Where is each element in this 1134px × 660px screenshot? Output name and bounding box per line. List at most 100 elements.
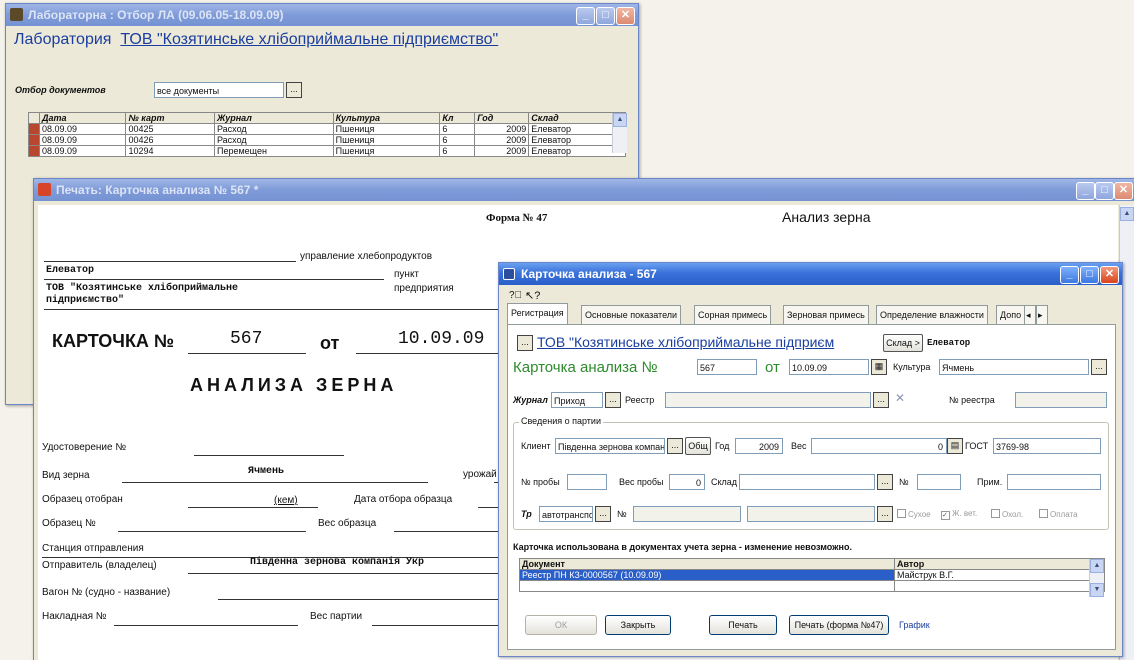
filter-field[interactable]: все документы — [154, 82, 284, 98]
tab-grain-impurity[interactable]: Зерновая примесь — [783, 305, 869, 324]
print-titlebar[interactable]: Печать: Карточка анализа № 567 * _ □ ✕ — [34, 179, 1134, 201]
graph-link[interactable]: График — [899, 620, 930, 630]
date-field[interactable]: 10.09.09 — [789, 359, 869, 375]
scroll-up-icon[interactable]: ▲ — [1120, 207, 1134, 221]
god-field[interactable]: 2009 — [735, 438, 783, 454]
checkbox-box-checked[interactable]: ✓ — [941, 511, 950, 520]
checkbox-box[interactable] — [897, 509, 906, 518]
sklad2-select-button[interactable]: ... — [877, 474, 893, 490]
maximize-button[interactable]: □ — [1080, 266, 1099, 284]
nomer-field[interactable] — [917, 474, 961, 490]
minimize-button[interactable]: _ — [1076, 182, 1095, 200]
klient-field[interactable]: Південна зернова компан — [555, 438, 665, 454]
scroll-down-icon[interactable]: ▼ — [1090, 583, 1104, 597]
nakladnaya-line — [114, 625, 298, 626]
doc-cell[interactable]: Реестр ПН КЗ-0000567 (10.09.09) — [519, 569, 895, 581]
filter-select-button[interactable]: ... — [286, 82, 302, 98]
col-document[interactable]: Документ — [519, 558, 895, 570]
cell: Пшениця — [332, 123, 441, 135]
tr-field[interactable]: автотранспо — [539, 506, 593, 522]
checkbox-dry[interactable]: Сухое — [897, 509, 931, 519]
col-date[interactable]: Дата — [38, 112, 127, 124]
scroll-up-icon[interactable]: ▲ — [613, 113, 627, 127]
tab-scroll-left-icon[interactable]: ◂ — [1024, 305, 1036, 324]
lab-titlebar[interactable]: Лабораторна : Отбор ЛА (09.06.05-18.09.0… — [6, 4, 638, 26]
klient-select-button[interactable]: ... — [667, 438, 683, 454]
kultura-field[interactable]: Ячмень — [939, 359, 1089, 375]
maximize-button[interactable]: □ — [1095, 182, 1114, 200]
col-author[interactable]: Автор — [894, 558, 1105, 570]
zhurnal-select-button[interactable]: ... — [605, 392, 621, 408]
obsch-button[interactable]: Общ — [685, 437, 711, 455]
tab-weed-impurity[interactable]: Сорная примесь — [694, 305, 772, 324]
transport-select-button[interactable]: ... — [877, 506, 893, 522]
ves-field[interactable]: 0 — [811, 438, 947, 454]
col-warehouse[interactable]: Склад — [528, 112, 626, 124]
transport-field[interactable] — [747, 506, 875, 522]
nomer-proby-field[interactable] — [567, 474, 607, 490]
calendar-icon[interactable]: ▦ — [871, 359, 887, 375]
lab-heading-company[interactable]: ТОВ "Козятинське хлібоприймальне підприє… — [120, 31, 498, 48]
calculator-icon[interactable]: ▤ — [947, 438, 963, 454]
tab-main-indicators[interactable]: Основные показатели — [581, 305, 682, 324]
checkbox-cool[interactable]: Охол. — [991, 509, 1023, 519]
obrazec-otobran-line — [188, 507, 318, 508]
checkbox-pay[interactable]: Оплата — [1039, 509, 1078, 519]
nomer2-field[interactable] — [633, 506, 741, 522]
card-title: Карточка анализа - 567 — [521, 267, 657, 281]
table-row[interactable]: Реестр ПН КЗ-0000567 (10.09.09) Майструк… — [519, 569, 1105, 581]
zhurnal-field[interactable]: Приход — [551, 392, 603, 408]
sklad2-field[interactable] — [739, 474, 875, 490]
gost-field[interactable]: 3769-98 — [993, 438, 1101, 454]
minimize-button[interactable]: _ — [576, 7, 595, 25]
help-icon[interactable]: ?⃝ — [509, 290, 522, 301]
close-button[interactable]: ✕ — [1114, 182, 1133, 200]
col-culture[interactable]: Культура — [332, 112, 441, 124]
vid-zerna-value: Ячмень — [248, 466, 285, 477]
checkbox-box[interactable] — [1039, 509, 1048, 518]
company-select-button[interactable]: ... — [517, 335, 533, 351]
close-button[interactable]: ✕ — [616, 7, 635, 25]
table-row[interactable]: 08.09.09 10294 Перемещен Пшениця 6 2009 … — [28, 145, 626, 157]
table-row[interactable]: 08.09.09 00425 Расход Пшениця 6 2009 Еле… — [28, 123, 626, 135]
lab-table-scrollbar[interactable]: ▲ — [612, 113, 627, 153]
minimize-button[interactable]: _ — [1060, 266, 1079, 284]
reestr-field[interactable] — [665, 392, 871, 408]
checkbox-label: Оплата — [1050, 510, 1078, 519]
nomer-reestra-field[interactable] — [1015, 392, 1107, 408]
ves-proby-field[interactable]: 0 — [669, 474, 705, 490]
maximize-button[interactable]: □ — [596, 7, 615, 25]
sklad-button[interactable]: Склад > — [883, 334, 923, 352]
scroll-up-icon[interactable]: ▲ — [1090, 559, 1104, 573]
checkbox-rail[interactable]: ✓ Ж. вет. — [941, 509, 977, 520]
reestr-clear-icon[interactable]: ✕ — [895, 391, 905, 405]
kultura-select-button[interactable]: ... — [1091, 359, 1107, 375]
col-card[interactable]: № карт — [125, 112, 215, 124]
card-number-field[interactable]: 567 — [697, 359, 757, 375]
col-class[interactable]: Кл — [439, 112, 476, 124]
card-company[interactable]: ТОВ "Козятинське хлібоприймальне підприє… — [537, 334, 877, 350]
tr-select-button[interactable]: ... — [595, 506, 611, 522]
gost-label: ГОСТ — [965, 441, 989, 451]
reestr-select-button[interactable]: ... — [873, 392, 889, 408]
table-row[interactable]: 08.09.09 00426 Расход Пшениця 6 2009 Еле… — [28, 134, 626, 146]
checkbox-box[interactable] — [991, 509, 1000, 518]
ok-button[interactable]: ОК — [525, 615, 597, 635]
table-row[interactable] — [519, 580, 1105, 592]
tab-registration[interactable]: Регистрация — [507, 303, 568, 324]
prim-field[interactable] — [1007, 474, 1101, 490]
cell: Расход — [213, 134, 334, 146]
lab-title: Лабораторна : Отбор ЛА (09.06.05-18.09.0… — [28, 8, 284, 22]
tab-moisture[interactable]: Определение влажности — [876, 305, 988, 324]
close-dialog-button[interactable]: Закрыть — [605, 615, 671, 635]
card-titlebar[interactable]: Карточка анализа - 567 _ □ ✕ — [499, 263, 1122, 285]
doc-table-scrollbar[interactable]: ▲ ▼ — [1089, 559, 1104, 597]
tab-scroll-right-icon[interactable]: ▸ — [1036, 305, 1048, 324]
close-button[interactable]: ✕ — [1100, 266, 1119, 284]
col-journal[interactable]: Журнал — [213, 112, 334, 124]
reestr-label: Реестр — [625, 395, 655, 405]
print-form47-button[interactable]: Печать (форма №47) — [789, 615, 889, 635]
print-button[interactable]: Печать — [709, 615, 777, 635]
col-year[interactable]: Год — [474, 112, 530, 124]
pointer-help-icon[interactable]: ↖? — [525, 289, 540, 302]
